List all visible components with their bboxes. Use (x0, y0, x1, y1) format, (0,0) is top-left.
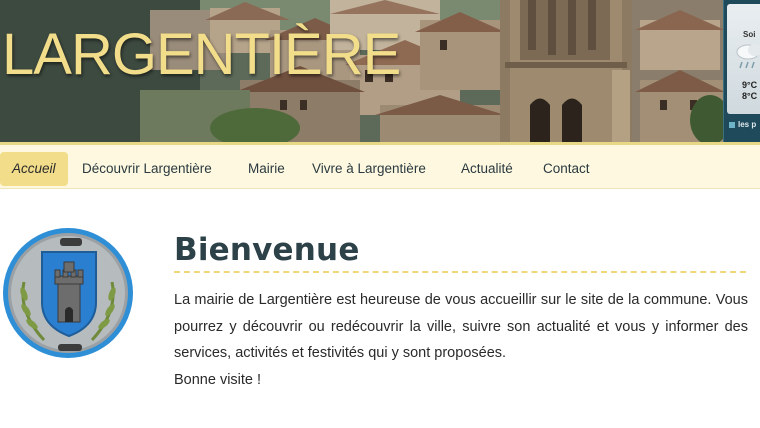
coat-of-arms-icon (2, 222, 134, 368)
main-navigation: Accueil Découvrir Largentière Mairie Viv… (0, 142, 760, 189)
nav-item-actualite[interactable]: Actualité (461, 152, 513, 186)
welcome-paragraph: La mairie de Largentière est heureuse de… (174, 292, 748, 361)
weather-widget[interactable]: Soi 9°C 8°C les p (723, 0, 760, 142)
weather-temp-min: 8°C (742, 91, 758, 101)
title-divider (174, 271, 746, 273)
nav-item-contact[interactable]: Contact (543, 152, 590, 186)
welcome-closing: Bonne visite ! (174, 371, 262, 388)
nav-item-accueil[interactable]: Accueil (0, 152, 68, 186)
nav-item-mairie[interactable]: Mairie (248, 152, 285, 186)
weather-temp-max: 9°C (742, 80, 758, 90)
weather-day-label: Soi (743, 30, 756, 39)
header-banner: LARGENTIÈRE Soi 9°C 8°C les p (0, 0, 760, 142)
welcome-text: La mairie de Largentière est heureuse de… (174, 287, 748, 393)
page-title: Bienvenue (174, 232, 360, 268)
nav-item-decouvrir[interactable]: Découvrir Largentière (82, 152, 212, 186)
nav-item-vivre[interactable]: Vivre à Largentière (312, 152, 426, 186)
bullet-icon (729, 121, 735, 128)
weather-more-link-label: les p (738, 120, 757, 129)
weather-more-link[interactable]: les p (729, 120, 756, 129)
site-title[interactable]: LARGENTIÈRE (2, 26, 401, 84)
